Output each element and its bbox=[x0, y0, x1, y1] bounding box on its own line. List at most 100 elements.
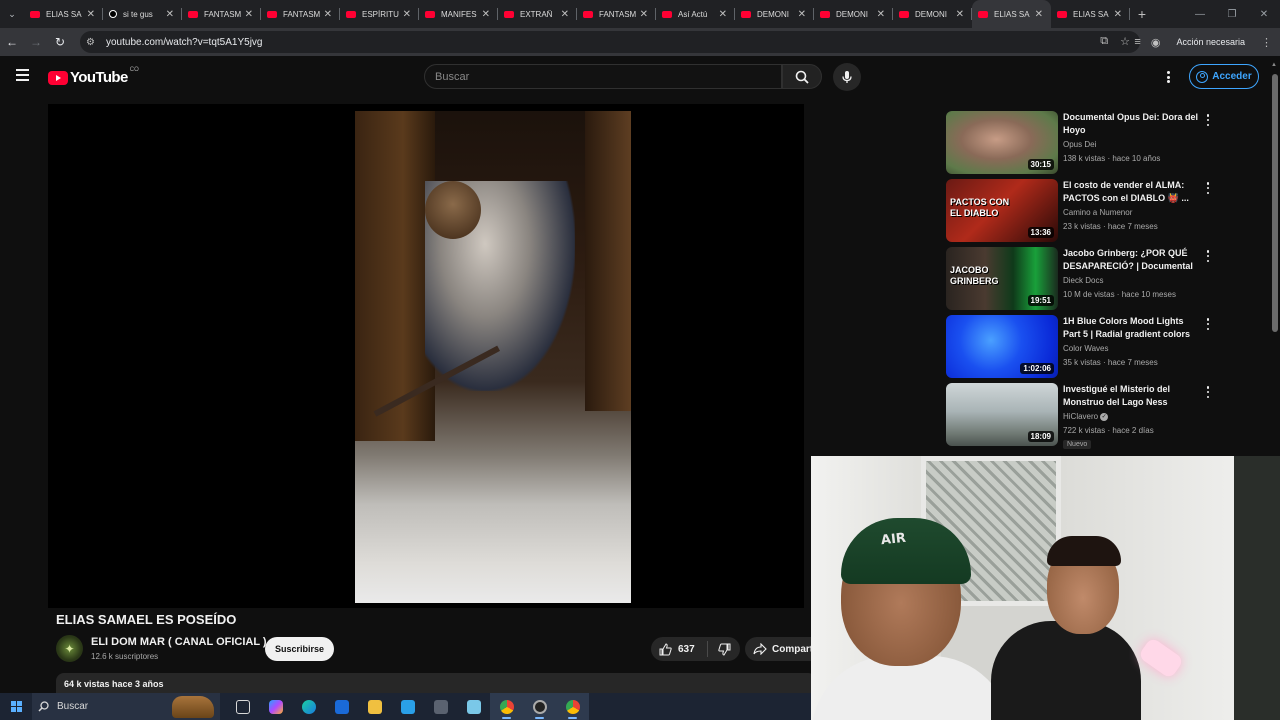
taskbar-app-button[interactable] bbox=[457, 693, 490, 720]
more-actions-icon[interactable] bbox=[1204, 113, 1212, 127]
browser-tab[interactable]: si te gus ✕ bbox=[103, 0, 182, 28]
notepad-icon bbox=[466, 699, 481, 714]
close-tab-icon[interactable]: ✕ bbox=[798, 9, 806, 20]
more-actions-icon[interactable] bbox=[1204, 385, 1212, 399]
browser-tab[interactable]: ELIAS SA ✕ bbox=[1051, 0, 1130, 28]
site-info-icon[interactable]: ⚙ bbox=[86, 37, 100, 48]
recommendation-item[interactable]: PACTOS CON EL DIABLO 13:36 El costo de ven… bbox=[946, 179, 1216, 247]
close-tab-icon[interactable]: ✕ bbox=[403, 9, 411, 20]
browser-tab[interactable]: MANIFES ✕ bbox=[419, 0, 498, 28]
settings-more-icon[interactable] bbox=[1162, 69, 1174, 85]
more-actions-icon[interactable] bbox=[1204, 181, 1212, 195]
close-tab-icon[interactable]: ✕ bbox=[1035, 9, 1043, 20]
recommendation-title[interactable]: Documental Opus Dei: Dora del Hoyo bbox=[1063, 111, 1199, 137]
taskbar-app-button[interactable] bbox=[325, 693, 358, 720]
back-arrow-icon[interactable]: ← bbox=[0, 28, 24, 56]
recommendation-item[interactable]: 18:09 Investigué el Misterio del Monstruo… bbox=[946, 383, 1216, 451]
recommendation-title[interactable]: El costo de vender el ALMA: PACTOS con e… bbox=[1063, 179, 1199, 205]
recommendation-thumbnail[interactable]: PACTOS CON EL DIABLO 13:36 bbox=[946, 179, 1058, 242]
dislike-button[interactable] bbox=[708, 643, 740, 656]
recommendation-title[interactable]: Jacobo Grinberg: ¿POR QUÉ DESAPARECIÓ? |… bbox=[1063, 247, 1199, 273]
browser-tab[interactable]: Así Actú ✕ bbox=[656, 0, 735, 28]
subscribe-button[interactable]: Suscribirse bbox=[265, 637, 334, 661]
channel-name[interactable]: ELI DOM MAR ( CANAL OFICIAL ) bbox=[91, 636, 267, 648]
new-tab-button[interactable]: + bbox=[1130, 6, 1154, 22]
bookmark-star-icon[interactable]: ☆ bbox=[1120, 35, 1130, 48]
browser-tab[interactable]: ESPÍRITU ✕ bbox=[340, 0, 419, 28]
browser-menu-icon[interactable]: ⋮ bbox=[1261, 36, 1272, 49]
recommendation-title[interactable]: Investigué el Misterio del Monstruo del … bbox=[1063, 383, 1199, 409]
hamburger-menu-icon[interactable] bbox=[16, 69, 32, 83]
reload-icon[interactable]: ↻ bbox=[48, 28, 72, 56]
browser-tab[interactable]: FANTASM ✕ bbox=[577, 0, 656, 28]
close-tab-icon[interactable]: ✕ bbox=[561, 9, 569, 20]
recommendation-channel[interactable]: Dieck Docs bbox=[1063, 276, 1103, 285]
action-required-button[interactable]: Acción necesaria bbox=[1170, 34, 1251, 50]
like-button[interactable]: 637 bbox=[651, 642, 707, 656]
browser-tab[interactable]: ELIAS SA ✕ bbox=[24, 0, 103, 28]
recommendation-item[interactable]: JACOBO GRINBERG 19:51 Jacobo Grinberg: ¿PO… bbox=[946, 247, 1216, 315]
youtube-logo[interactable]: YouTube CO bbox=[48, 67, 139, 86]
recommendation-item[interactable]: 30:15 Documental Opus Dei: Dora del Hoyo O… bbox=[946, 111, 1216, 179]
close-tab-icon[interactable]: ✕ bbox=[1114, 9, 1122, 20]
profile-icon[interactable]: ◉ bbox=[1151, 36, 1161, 49]
recommendation-thumbnail[interactable]: JACOBO GRINBERG 19:51 bbox=[946, 247, 1058, 310]
address-bar[interactable]: ⚙ youtube.com/watch?v=tqt5A1Y5jvg ⧉ ☆ bbox=[80, 31, 1140, 53]
sign-in-button[interactable]: Acceder bbox=[1189, 64, 1259, 89]
browser-tab[interactable]: FANTASM ✕ bbox=[261, 0, 340, 28]
search-button[interactable] bbox=[782, 64, 822, 89]
scrollbar-thumb[interactable] bbox=[1272, 74, 1278, 332]
taskbar-search[interactable]: Buscar bbox=[32, 693, 220, 720]
close-tab-icon[interactable]: ✕ bbox=[166, 9, 174, 20]
recommendation-thumbnail[interactable]: 1:02:06 bbox=[946, 315, 1058, 378]
more-actions-icon[interactable] bbox=[1204, 317, 1212, 331]
taskbar-app-button[interactable] bbox=[523, 693, 556, 720]
taskbar-app-button[interactable] bbox=[226, 693, 259, 720]
close-tab-icon[interactable]: ✕ bbox=[87, 9, 95, 20]
taskbar-app-button[interactable] bbox=[424, 693, 457, 720]
recommendation-channel[interactable]: Color Waves bbox=[1063, 344, 1109, 353]
video-player[interactable] bbox=[48, 104, 804, 608]
close-window-icon[interactable]: ✕ bbox=[1248, 0, 1280, 28]
more-actions-icon[interactable] bbox=[1204, 249, 1212, 263]
taskbar-app-button[interactable] bbox=[556, 693, 589, 720]
forward-arrow-icon[interactable]: → bbox=[24, 28, 48, 56]
taskbar-app-button[interactable] bbox=[490, 693, 523, 720]
browser-tab[interactable]: DEMONI ✕ bbox=[814, 0, 893, 28]
close-tab-icon[interactable]: ✕ bbox=[956, 9, 964, 20]
recommendation-channel[interactable]: HiClavero ✓ bbox=[1063, 412, 1109, 421]
close-tab-icon[interactable]: ✕ bbox=[719, 9, 727, 20]
restore-icon[interactable]: ❐ bbox=[1216, 0, 1248, 28]
recommendation-title[interactable]: 1H Blue Colors Mood Lights Part 5 | Radi… bbox=[1063, 315, 1199, 343]
voice-search-button[interactable] bbox=[833, 63, 861, 91]
recommendation-thumbnail[interactable]: 18:09 bbox=[946, 383, 1058, 446]
close-tab-icon[interactable]: ✕ bbox=[324, 9, 332, 20]
browser-tab[interactable]: EXTRAÑ ✕ bbox=[498, 0, 577, 28]
browser-tab[interactable]: DEMONI ✕ bbox=[735, 0, 814, 28]
close-tab-icon[interactable]: ✕ bbox=[245, 9, 253, 20]
taskbar-app-button[interactable] bbox=[292, 693, 325, 720]
address-url[interactable]: youtube.com/watch?v=tqt5A1Y5jvg bbox=[106, 37, 262, 48]
recommendation-channel[interactable]: Camino a Numenor bbox=[1063, 208, 1132, 217]
taskbar-app-button[interactable] bbox=[259, 693, 292, 720]
close-tab-icon[interactable]: ✕ bbox=[877, 9, 885, 20]
scroll-up-icon[interactable]: ▲ bbox=[1271, 62, 1277, 68]
taskbar-app-button[interactable] bbox=[358, 693, 391, 720]
recommendation-thumbnail[interactable]: 30:15 bbox=[946, 111, 1058, 174]
browser-tab[interactable]: ELIAS SA ✕ bbox=[972, 0, 1051, 28]
video-frame[interactable] bbox=[355, 111, 631, 603]
close-tab-icon[interactable]: ✕ bbox=[482, 9, 490, 20]
start-button[interactable] bbox=[0, 693, 32, 720]
channel-avatar[interactable]: ✦ bbox=[56, 635, 83, 662]
taskbar-app-button[interactable] bbox=[391, 693, 424, 720]
media-control-icon[interactable]: ≡ bbox=[1134, 36, 1140, 48]
recommendation-item[interactable]: 1:02:06 1H Blue Colors Mood Lights Part 5… bbox=[946, 315, 1216, 383]
install-app-icon[interactable]: ⧉ bbox=[1100, 35, 1108, 48]
tab-search-chevron-icon[interactable]: ⌄ bbox=[0, 0, 24, 28]
browser-tab[interactable]: DEMONI ✕ bbox=[893, 0, 972, 28]
browser-tab[interactable]: FANTASM ✕ bbox=[182, 0, 261, 28]
minimize-icon[interactable]: — bbox=[1184, 0, 1216, 28]
recommendation-channel[interactable]: Opus Dei bbox=[1063, 140, 1096, 149]
search-input[interactable] bbox=[435, 70, 755, 83]
close-tab-icon[interactable]: ✕ bbox=[640, 9, 648, 20]
